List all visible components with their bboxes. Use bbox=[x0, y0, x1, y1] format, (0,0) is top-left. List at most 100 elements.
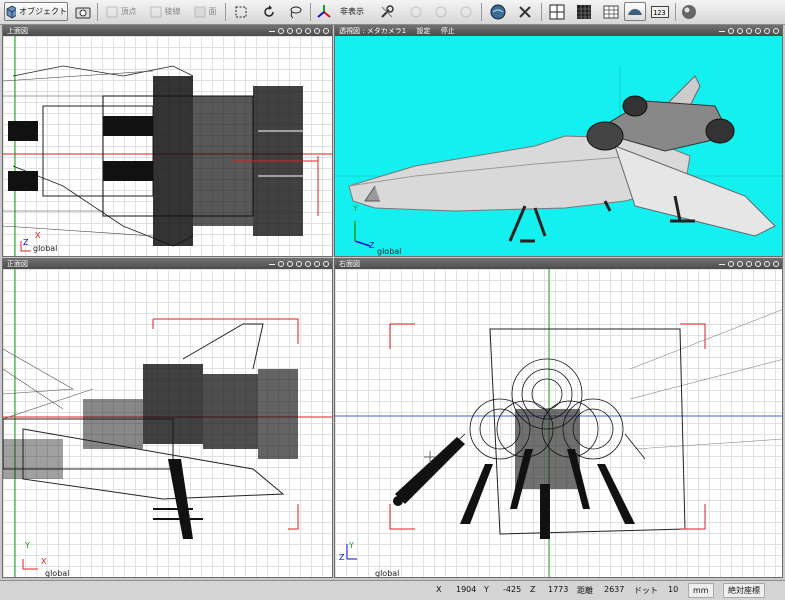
magnify-icon[interactable] bbox=[764, 261, 770, 267]
magnify-icon[interactable] bbox=[314, 261, 320, 267]
rotate-icon bbox=[264, 4, 274, 17]
perspective-settings-link[interactable]: 設定 bbox=[417, 27, 431, 35]
perspective-canvas[interactable]: Y Z global bbox=[335, 36, 782, 256]
x-tool-icon bbox=[519, 5, 531, 18]
right-view-titlebar: 右面図 bbox=[335, 259, 782, 269]
pivot-button[interactable] bbox=[431, 2, 451, 21]
vertex-mode-label: 頂点 bbox=[120, 7, 137, 16]
rotate-view-icon[interactable] bbox=[755, 261, 761, 267]
rotate-view-icon[interactable] bbox=[305, 28, 311, 34]
top-view-panel[interactable]: 上面図 Z X global bbox=[2, 25, 333, 257]
top-view-titlebar: 上面図 bbox=[3, 26, 332, 36]
four-view-icon bbox=[549, 4, 565, 19]
front-view-panel[interactable]: 正面図 Y X global bbox=[2, 258, 333, 578]
lasso-button[interactable] bbox=[284, 2, 306, 21]
top-view-canvas[interactable]: Z X global bbox=[3, 36, 332, 256]
status-dot-label: ドット bbox=[634, 586, 658, 595]
snap-button[interactable] bbox=[406, 2, 426, 21]
material-button[interactable] bbox=[678, 2, 700, 21]
maximize-icon[interactable] bbox=[773, 261, 779, 267]
minimize-icon[interactable] bbox=[719, 263, 725, 265]
edge-mode-label: 稜線 bbox=[164, 7, 181, 16]
wrench-tool-button[interactable] bbox=[376, 2, 398, 21]
face-mode-button[interactable]: 面 bbox=[189, 2, 221, 21]
perspective-stop-link[interactable]: 停止 bbox=[441, 27, 455, 35]
edge-mode-button[interactable]: 稜線 bbox=[145, 2, 185, 21]
magnify-icon[interactable] bbox=[314, 28, 320, 34]
hide-label: 非表示 bbox=[340, 7, 364, 16]
zoom-icon[interactable] bbox=[728, 261, 734, 267]
status-distance-label: 距離 bbox=[577, 586, 593, 595]
axis-y-label: Y bbox=[25, 541, 30, 550]
minimize-icon[interactable] bbox=[269, 263, 275, 265]
close-tool-button[interactable] bbox=[514, 2, 536, 21]
vertex-mode-button[interactable]: 頂点 bbox=[101, 2, 141, 21]
global-label: global bbox=[377, 247, 402, 256]
hide-button[interactable]: 非表示 bbox=[335, 2, 369, 21]
minimize-icon[interactable] bbox=[269, 30, 275, 32]
unit-field[interactable]: mm bbox=[688, 583, 714, 598]
right-view-panel[interactable]: 右面図 Y Z global bbox=[334, 258, 783, 578]
zoom-icon[interactable] bbox=[728, 28, 734, 34]
perspective-title: 透視図 : メタカメラ1 bbox=[339, 27, 407, 35]
fit-icon[interactable] bbox=[737, 28, 743, 34]
shaded-view-button[interactable] bbox=[624, 2, 646, 21]
minimize-icon[interactable] bbox=[719, 30, 725, 32]
svg-text:123: 123 bbox=[653, 9, 666, 17]
rect-select-icon bbox=[235, 6, 247, 17]
pan-icon[interactable] bbox=[296, 28, 302, 34]
axis-z-label: Z bbox=[369, 241, 375, 250]
table-view-button[interactable] bbox=[600, 2, 622, 21]
rotate-view-icon[interactable] bbox=[305, 261, 311, 267]
coordinate-mode-field[interactable]: 絶対座標 bbox=[723, 583, 765, 598]
axis-icon bbox=[317, 4, 331, 18]
wrench-icon bbox=[381, 4, 394, 18]
rotate-view-icon[interactable] bbox=[755, 28, 761, 34]
axis-y-label: Y bbox=[353, 204, 358, 213]
axis-z-label: Z bbox=[339, 553, 345, 562]
render-button[interactable] bbox=[487, 2, 509, 21]
align-button[interactable] bbox=[456, 2, 476, 21]
axis-button[interactable] bbox=[314, 2, 334, 21]
object-mode-label: オブジェクト bbox=[19, 7, 67, 16]
top-view-wireframe bbox=[3, 36, 332, 256]
maximize-icon[interactable] bbox=[323, 28, 329, 34]
numeric-icon: 123 bbox=[651, 5, 669, 18]
axis-x-label: X bbox=[41, 557, 47, 566]
global-label: global bbox=[33, 244, 58, 253]
zoom-icon[interactable] bbox=[278, 261, 284, 267]
pan-icon[interactable] bbox=[296, 261, 302, 267]
front-view-canvas[interactable]: Y X global bbox=[3, 269, 332, 577]
pan-icon[interactable] bbox=[746, 28, 752, 34]
maximize-icon[interactable] bbox=[323, 261, 329, 267]
front-view-title: 正面図 bbox=[7, 260, 28, 268]
main-toolbar: オブジェクト 頂点 稜線 面 非表示 123 bbox=[0, 0, 785, 25]
camera-button[interactable] bbox=[72, 2, 94, 21]
maximize-icon[interactable] bbox=[773, 28, 779, 34]
status-distance-value: 2637 bbox=[604, 585, 625, 594]
right-view-canvas[interactable]: Y Z global bbox=[335, 269, 782, 577]
lasso-icon bbox=[290, 6, 302, 18]
four-view-button[interactable] bbox=[546, 2, 568, 21]
pan-icon[interactable] bbox=[746, 261, 752, 267]
status-x-label: X bbox=[436, 585, 442, 594]
fit-icon[interactable] bbox=[287, 261, 293, 267]
perspective-view-panel[interactable]: 透視図 : メタカメラ1 設定 停止 Y Z global bbox=[334, 25, 783, 257]
axis-z-label: Z bbox=[23, 238, 29, 247]
snap-icon bbox=[410, 6, 422, 17]
object-mode-button[interactable]: オブジェクト bbox=[4, 2, 68, 21]
perspective-titlebar: 透視図 : メタカメラ1 設定 停止 bbox=[335, 26, 782, 36]
zoom-icon[interactable] bbox=[278, 28, 284, 34]
sphere-render-icon bbox=[490, 4, 506, 19]
rect-select-button[interactable] bbox=[230, 2, 252, 21]
camera-icon bbox=[75, 7, 91, 18]
grid-view-button[interactable] bbox=[573, 2, 595, 21]
rotate-button[interactable] bbox=[258, 2, 280, 21]
shaded-car-icon bbox=[628, 8, 642, 15]
fit-icon[interactable] bbox=[737, 261, 743, 267]
fit-icon[interactable] bbox=[287, 28, 293, 34]
numeric-input-button[interactable]: 123 bbox=[649, 2, 671, 21]
vertex-icon bbox=[106, 6, 117, 17]
face-icon bbox=[194, 6, 205, 17]
magnify-icon[interactable] bbox=[764, 28, 770, 34]
